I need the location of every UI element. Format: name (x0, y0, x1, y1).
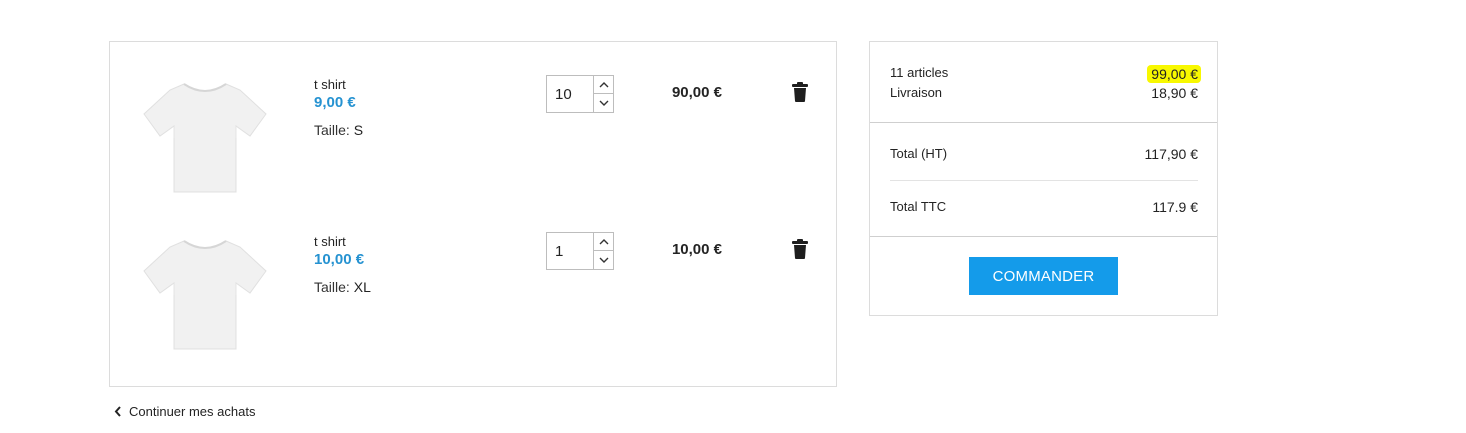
chevron-down-icon (599, 100, 609, 106)
product-info: t shirt 9,00 € Taille: S (314, 77, 514, 139)
divider (890, 180, 1198, 181)
tshirt-icon[interactable] (140, 233, 270, 353)
chevron-left-icon (114, 406, 121, 417)
divider (870, 122, 1217, 123)
articles-count-label: 11 articles (890, 65, 949, 80)
product-unit-price: 9,00 € (314, 94, 356, 111)
trash-icon (792, 82, 808, 102)
divider (870, 236, 1217, 237)
chevron-up-icon (599, 239, 609, 245)
total-ht-value: 117,90 € (1144, 146, 1198, 162)
cart-line: t shirt 9,00 € Taille:S 90,00 € (110, 42, 838, 199)
tshirt-icon[interactable] (140, 76, 270, 196)
shipping-label: Livraison (890, 85, 943, 100)
subtotal-row: 11 articles 99,00 € (890, 65, 1201, 83)
product-name[interactable]: t shirt (314, 77, 514, 93)
size-label: Taille: (314, 122, 350, 138)
size-value: S (353, 122, 364, 138)
size-label: Taille: (314, 279, 350, 295)
trash-icon (792, 239, 808, 259)
total-ttc-label: Total TTC (890, 199, 947, 214)
continue-shopping-label: Continuer mes achats (129, 404, 256, 419)
order-button[interactable]: COMMANDER (969, 257, 1118, 295)
chevron-down-icon (599, 257, 609, 263)
subtotal-value: 99,00 € (1147, 65, 1201, 83)
order-summary: 11 articles 99,00 € Livraison 18,90 € To… (869, 41, 1218, 316)
total-ht-label: Total (HT) (890, 146, 948, 161)
delete-button[interactable] (790, 81, 810, 103)
line-total: 90,00 € (671, 84, 722, 101)
cart-line: t shirt 10,00 € Taille:XL 10,00 € (110, 199, 838, 356)
quantity-input[interactable] (547, 76, 593, 112)
quantity-increase-button[interactable] (593, 76, 614, 94)
quantity-input[interactable] (547, 233, 593, 269)
shipping-value: 18,90 € (1151, 85, 1198, 101)
cart-panel: t shirt 9,00 € Taille:S 90,00 € (109, 41, 837, 387)
quantity-stepper (546, 232, 614, 270)
quantity-decrease-button[interactable] (593, 94, 614, 112)
product-size: Taille: XL (314, 278, 514, 296)
continue-shopping-link[interactable]: Continuer mes achats (114, 404, 255, 419)
total-ttc-row: Total TTC 117.9 € (890, 199, 1198, 217)
total-ht-row: Total (HT) 117,90 € (890, 146, 1198, 164)
shipping-row: Livraison 18,90 € (890, 85, 1198, 103)
size-value: XL (353, 279, 371, 295)
line-total: 10,00 € (671, 241, 722, 258)
quantity-decrease-button[interactable] (593, 251, 614, 269)
total-ttc-value: 117.9 € (1152, 199, 1198, 215)
delete-button[interactable] (790, 238, 810, 260)
product-unit-price: 10,00 € (314, 251, 365, 268)
product-info: t shirt 10,00 € Taille: XL (314, 234, 514, 296)
chevron-up-icon (599, 82, 609, 88)
quantity-increase-button[interactable] (593, 233, 614, 251)
product-size: Taille: S (314, 121, 514, 139)
product-name[interactable]: t shirt (314, 234, 514, 250)
quantity-stepper (546, 75, 614, 113)
